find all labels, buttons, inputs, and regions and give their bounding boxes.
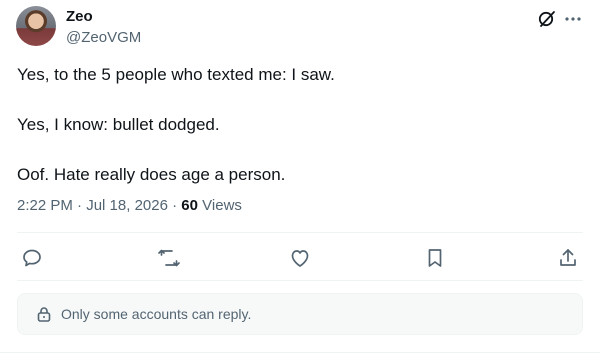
tweet-paragraph-1: Yes, to the 5 people who texted me: I sa… <box>17 65 335 84</box>
bookmark-icon[interactable] <box>423 246 447 270</box>
views-label: Views <box>202 197 242 214</box>
views-count: 60 <box>181 197 198 214</box>
tweet-paragraph-3: Oof. Hate really does age a person. <box>17 165 286 184</box>
meta-separator-2: · <box>172 197 178 214</box>
reply-icon[interactable] <box>20 246 44 270</box>
divider-bottom <box>17 280 583 281</box>
heart-icon[interactable] <box>288 246 312 270</box>
avatar[interactable] <box>16 6 56 46</box>
tweet: Zeo @ZeoVGM Yes, to the 5 people who tex… <box>0 0 600 353</box>
tweet-text: Yes, to the 5 people who texted me: I sa… <box>17 62 583 212</box>
tweet-paragraph-2: Yes, I know: bullet dodged. <box>17 115 220 134</box>
action-bar <box>0 236 600 280</box>
author-handle[interactable]: @ZeoVGM <box>66 29 141 47</box>
author-name[interactable]: Zeo <box>66 8 93 26</box>
divider-top <box>17 232 583 233</box>
reply-restriction-box: Only some accounts can reply. <box>17 293 583 335</box>
grok-icon[interactable] <box>537 9 557 29</box>
tweet-meta: 2:22 PM · Jul 18, 2026 · 60 Views <box>17 196 242 216</box>
tweet-date[interactable]: Jul 18, 2026 <box>86 197 168 214</box>
tweet-time[interactable]: 2:22 PM <box>17 197 73 214</box>
reply-restriction-text: Only some accounts can reply. <box>61 306 252 322</box>
retweet-icon[interactable] <box>157 246 181 270</box>
more-icon[interactable] <box>563 9 583 29</box>
lock-icon <box>35 305 53 323</box>
meta-separator: · <box>77 197 83 214</box>
share-icon[interactable] <box>556 246 580 270</box>
